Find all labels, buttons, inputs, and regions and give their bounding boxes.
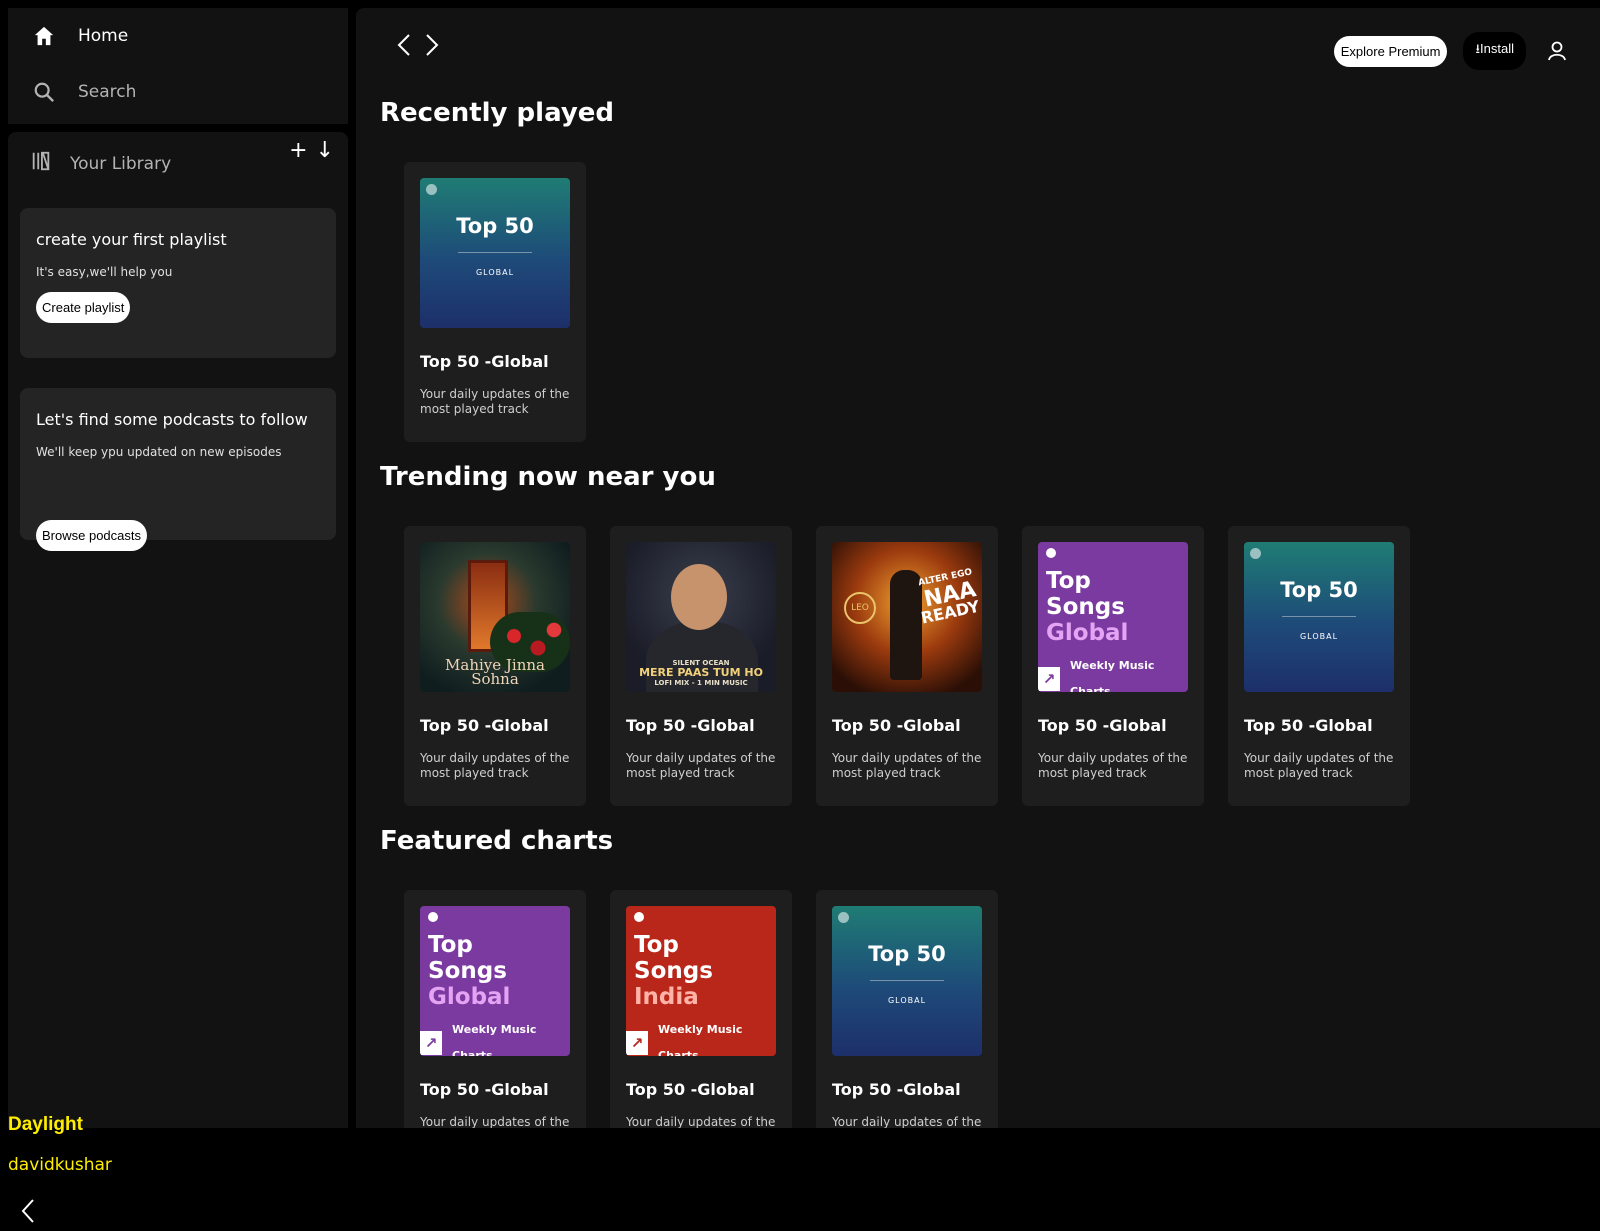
library-actions: + ↓ bbox=[289, 138, 334, 163]
tile-title: Top 50 -Global bbox=[626, 1080, 755, 1099]
cover-title: ALTER EGO NAA READY bbox=[917, 567, 981, 628]
explore-premium-button[interactable]: Explore Premium bbox=[1333, 35, 1448, 67]
tile-subtitle: Your daily updates of the most played tr… bbox=[832, 751, 982, 780]
tile-title: Top 50 -Global bbox=[832, 716, 961, 735]
section-title-trending: Trending now near you bbox=[380, 462, 716, 492]
playlist-tile[interactable]: SILENT OCEAN MERE PAAS TUM HO LOFI MIX - 1… bbox=[610, 526, 792, 806]
cover-art: Top Songs Global ↗ Weekly Music Charts bbox=[1038, 542, 1188, 692]
podcast-card-heading: Let's find some podcasts to follow bbox=[36, 410, 308, 429]
library-title: Your Library bbox=[70, 153, 172, 174]
playlist-tile[interactable]: Mahiye Jinna Sohna Top 50 -Global Your da… bbox=[404, 526, 586, 806]
create-playlist-card: create your first playlist It's easy,we'… bbox=[20, 208, 336, 358]
tile-subtitle: Your daily updates of the most played tr… bbox=[420, 387, 570, 416]
tile-subtitle: Your daily updates of the most played tr… bbox=[626, 1115, 776, 1128]
podcast-card: Let's find some podcasts to follow We'll… bbox=[20, 388, 336, 551]
tile-title: Top 50 -Global bbox=[420, 1080, 549, 1099]
cover-art: Top 50 GLOBAL bbox=[832, 906, 982, 1056]
library-panel: Your Library + ↓ create your first playl… bbox=[8, 132, 348, 1223]
playlist-tile[interactable]: LEO ALTER EGO NAA READY Top 50 -Global You… bbox=[816, 526, 998, 806]
create-playlist-button[interactable]: Create playlist bbox=[36, 292, 131, 323]
spotify-logo-icon bbox=[634, 912, 644, 922]
playlist-tile[interactable]: Top Songs Global ↗ Weekly Music Charts To… bbox=[1022, 526, 1204, 806]
playlist-tile[interactable]: Top Songs India ↗ Weekly Music Charts Top… bbox=[610, 890, 792, 1128]
cover-title: Top 50 bbox=[456, 214, 534, 238]
install-label: Install bbox=[1480, 41, 1514, 56]
playlist-card-text: It's easy,we'll help you bbox=[36, 265, 173, 279]
library-icon bbox=[30, 150, 52, 177]
cover-subtitle: GLOBAL bbox=[887, 996, 927, 1005]
trend-arrow-icon: ↗ bbox=[626, 1031, 648, 1055]
cover-subtitle: GLOBAL bbox=[1299, 632, 1339, 641]
cover-title: SILENT OCEAN MERE PAAS TUM HO LOFI MIX - 1… bbox=[639, 659, 763, 687]
trend-arrow-icon: ↗ bbox=[1038, 667, 1060, 691]
cover-title: Mahiye Jinna Sohna bbox=[445, 656, 545, 688]
cover-art: LEO ALTER EGO NAA READY bbox=[832, 542, 982, 692]
spotify-logo-icon bbox=[428, 912, 438, 922]
sidebar-nav: Home Search bbox=[8, 8, 348, 124]
spotify-logo-icon bbox=[838, 912, 849, 923]
cover-art: Top Songs India ↗ Weekly Music Charts bbox=[626, 906, 776, 1056]
section-title-recent: Recently played bbox=[380, 98, 615, 128]
search-icon bbox=[32, 80, 56, 104]
back-arrow-icon[interactable] bbox=[396, 32, 412, 65]
tile-subtitle: Your daily updates of the most played tr… bbox=[626, 751, 776, 780]
tile-subtitle: Your daily updates of the most played tr… bbox=[1244, 751, 1394, 780]
playlist-card-heading: create your first playlist bbox=[36, 230, 227, 249]
playlist-tile[interactable]: Top 50 GLOBAL Top 50 -Global Your daily … bbox=[404, 162, 586, 442]
user-icon[interactable] bbox=[1542, 36, 1572, 66]
nav-search[interactable]: Search bbox=[32, 80, 136, 104]
nav-home[interactable]: Home bbox=[32, 24, 128, 48]
playlist-tile[interactable]: Top 50 GLOBAL Top 50 -Global Your daily … bbox=[816, 890, 998, 1128]
cover-art: Mahiye Jinna Sohna bbox=[420, 542, 570, 692]
tile-title: Top 50 -Global bbox=[1244, 716, 1373, 735]
cover-title: Top 50 bbox=[1280, 578, 1358, 602]
cover-subtitle: GLOBAL bbox=[475, 268, 515, 277]
tile-subtitle: Your daily updates of the most played tr… bbox=[420, 751, 570, 780]
cover-art: Top 50 GLOBAL bbox=[1244, 542, 1394, 692]
install-button[interactable]: ⭳Install bbox=[1463, 32, 1526, 70]
library-header[interactable]: Your Library bbox=[30, 150, 171, 177]
playlist-tile[interactable]: Top Songs Global ↗ Weekly Music Charts To… bbox=[404, 890, 586, 1128]
spotify-logo-icon bbox=[426, 184, 437, 195]
home-icon bbox=[32, 24, 56, 48]
nav-home-label: Home bbox=[78, 26, 129, 46]
history-nav bbox=[396, 32, 440, 65]
browse-podcasts-button[interactable]: Browse podcasts bbox=[36, 520, 147, 551]
tile-subtitle: Your daily updates of the most played tr… bbox=[1038, 751, 1188, 780]
main-content: Explore Premium ⭳Install Recently played… bbox=[356, 8, 1600, 1128]
cover-art: Top Songs Global ↗ Weekly Music Charts bbox=[420, 906, 570, 1056]
featured-row: Top Songs Global ↗ Weekly Music Charts To… bbox=[404, 890, 998, 1128]
spotify-logo-icon bbox=[1046, 548, 1056, 558]
user-name: Daylight bbox=[8, 1114, 83, 1135]
section-title-featured: Featured charts bbox=[380, 826, 614, 856]
cover-art: Top 50 GLOBAL bbox=[420, 178, 570, 328]
recent-row: Top 50 GLOBAL Top 50 -Global Your daily … bbox=[404, 162, 586, 442]
tile-subtitle: Your daily updates of the most played tr… bbox=[420, 1115, 570, 1128]
arrow-down-icon[interactable]: ↓ bbox=[316, 138, 334, 163]
trend-arrow-icon: ↗ bbox=[420, 1031, 442, 1055]
cover-badge: LEO bbox=[844, 592, 876, 624]
tile-title: Top 50 -Global bbox=[420, 352, 549, 371]
tile-subtitle: Your daily updates of the most played tr… bbox=[832, 1115, 982, 1128]
chevron-left-icon[interactable] bbox=[20, 1198, 36, 1231]
nav-search-label: Search bbox=[78, 82, 137, 102]
tile-title: Top 50 -Global bbox=[420, 716, 549, 735]
header-actions: Explore Premium ⭳Install bbox=[1333, 32, 1572, 70]
forward-arrow-icon[interactable] bbox=[424, 32, 440, 65]
tile-title: Top 50 -Global bbox=[626, 716, 755, 735]
trending-row: Mahiye Jinna Sohna Top 50 -Global Your da… bbox=[404, 526, 1410, 806]
cover-title: Top 50 bbox=[868, 942, 946, 966]
tile-title: Top 50 -Global bbox=[1038, 716, 1167, 735]
plus-icon[interactable]: + bbox=[289, 138, 307, 163]
spotify-logo-icon bbox=[1250, 548, 1261, 559]
user-handle: davidkushar bbox=[8, 1155, 112, 1175]
playlist-tile[interactable]: Top 50 GLOBAL Top 50 -Global Your daily … bbox=[1228, 526, 1410, 806]
cover-art: SILENT OCEAN MERE PAAS TUM HO LOFI MIX - 1… bbox=[626, 542, 776, 692]
tile-title: Top 50 -Global bbox=[832, 1080, 961, 1099]
podcast-card-text: We'll keep ypu updated on new episodes bbox=[36, 445, 282, 459]
